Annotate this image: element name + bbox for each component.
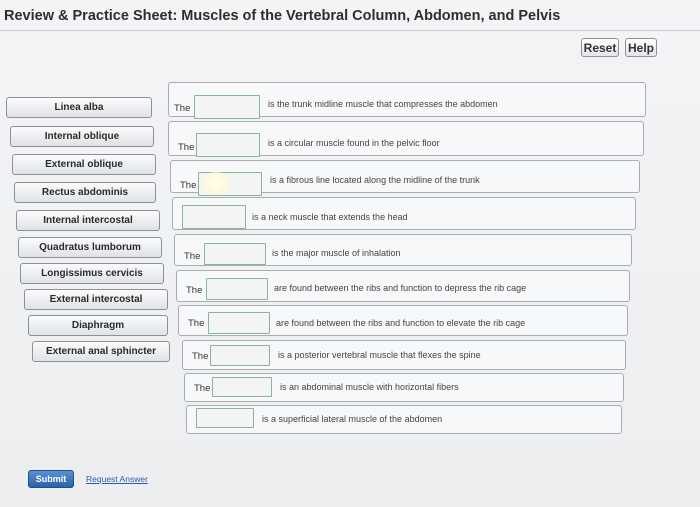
drop-target[interactable] bbox=[212, 377, 272, 397]
statement-text: is the trunk midline muscle that compres… bbox=[268, 99, 498, 109]
label-quadratus-lumborum[interactable]: Quadratus lumborum bbox=[18, 237, 162, 258]
statement-prefix: The bbox=[192, 351, 209, 362]
statement-prefix: The bbox=[174, 103, 191, 114]
statement-prefix: The bbox=[178, 142, 195, 153]
statement-text: is an abdominal muscle with horizontal f… bbox=[280, 382, 459, 392]
header-divider bbox=[0, 30, 700, 31]
drop-target[interactable] bbox=[182, 205, 246, 229]
label-linea-alba[interactable]: Linea alba bbox=[6, 97, 152, 118]
label-internal-oblique[interactable]: Internal oblique bbox=[10, 126, 154, 147]
statement-text: is a neck muscle that extends the head bbox=[252, 212, 408, 222]
page-title: Review & Practice Sheet: Muscles of the … bbox=[4, 8, 561, 24]
statement-text: is a superficial lateral muscle of the a… bbox=[262, 414, 443, 424]
request-answer-link[interactable]: Request Answer bbox=[86, 474, 148, 484]
label-longissimus-cervicis[interactable]: Longissimus cervicis bbox=[20, 263, 164, 284]
statement-text: is a circular muscle found in the pelvic… bbox=[268, 138, 440, 148]
drop-target[interactable] bbox=[206, 278, 268, 300]
label-diaphragm[interactable]: Diaphragm bbox=[28, 315, 168, 336]
drop-target[interactable] bbox=[208, 312, 270, 334]
statement-prefix: The bbox=[188, 318, 205, 329]
submit-button[interactable]: Submit bbox=[28, 470, 74, 488]
reset-button[interactable]: Reset bbox=[581, 38, 619, 57]
drop-target[interactable] bbox=[194, 95, 260, 119]
statement-text: is a posterior vertebral muscle that fle… bbox=[278, 350, 481, 360]
statement-text: is the major muscle of inhalation bbox=[272, 248, 401, 258]
statement-text: are found between the ribs and function … bbox=[276, 318, 526, 328]
statement-text: is a fibrous line located along the midl… bbox=[270, 175, 480, 185]
drop-target[interactable] bbox=[210, 345, 270, 366]
label-internal-intercostal[interactable]: Internal intercostal bbox=[16, 210, 160, 231]
statement-prefix: The bbox=[186, 285, 203, 296]
label-external-anal-sphincter[interactable]: External anal sphincter bbox=[32, 341, 170, 362]
screen-glare bbox=[200, 172, 232, 194]
statement-prefix: The bbox=[180, 180, 197, 191]
statement-prefix: The bbox=[194, 383, 211, 394]
help-button[interactable]: Help bbox=[625, 38, 657, 57]
drop-target[interactable] bbox=[204, 243, 266, 265]
label-rectus-abdominis[interactable]: Rectus abdominis bbox=[14, 182, 156, 203]
statement-text: are found between the ribs and function … bbox=[274, 283, 527, 293]
drop-target[interactable] bbox=[196, 133, 260, 157]
label-external-intercostal[interactable]: External intercostal bbox=[24, 289, 168, 310]
statement-prefix: The bbox=[184, 251, 201, 262]
label-external-oblique[interactable]: External oblique bbox=[12, 154, 156, 175]
drop-target[interactable] bbox=[196, 408, 254, 428]
